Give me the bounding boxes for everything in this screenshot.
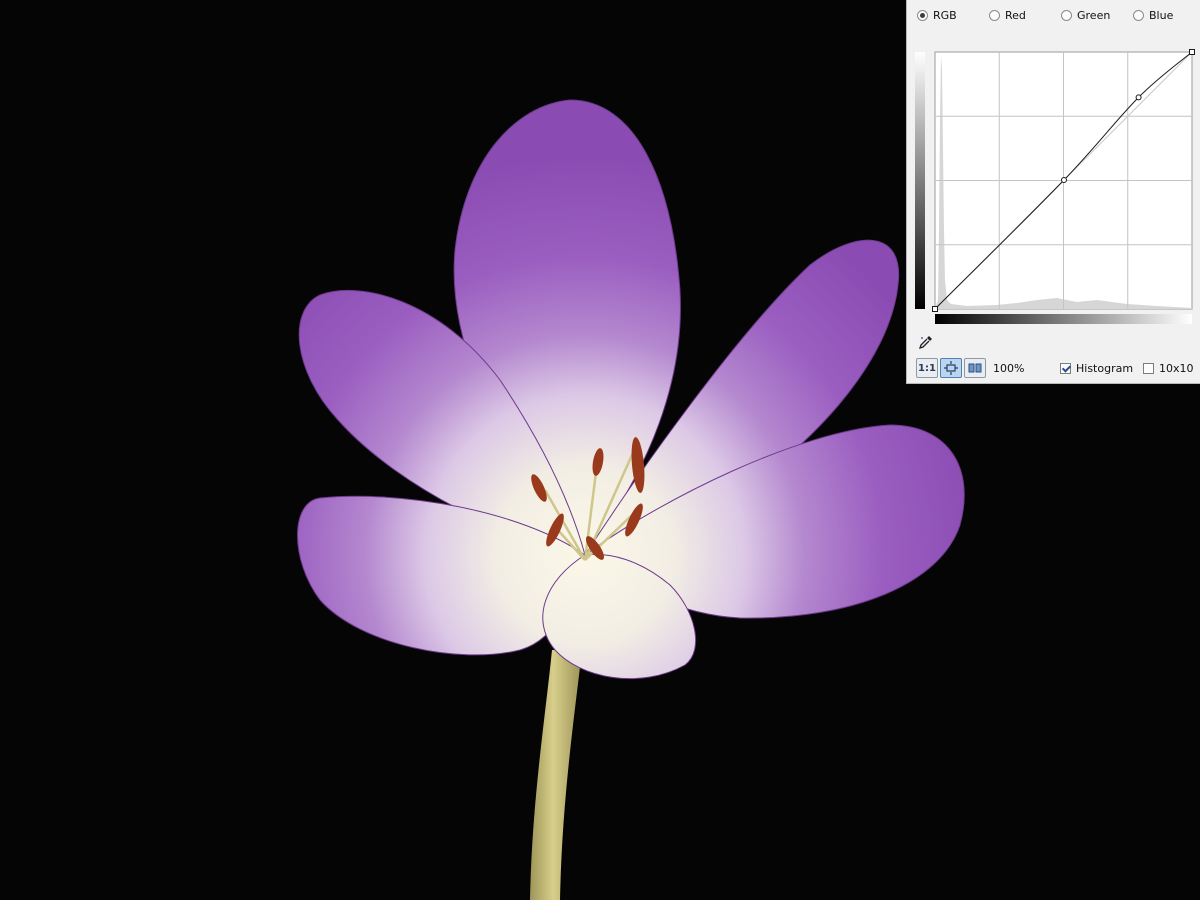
fit-to-window-button[interactable] <box>940 358 962 378</box>
curves-panel: RGB Red Green Blue 1:1 100% Histogram 10… <box>906 0 1200 384</box>
output-gradient-bar <box>915 52 925 309</box>
fit-to-window-icon <box>944 361 958 375</box>
curve-control-point[interactable] <box>1061 176 1068 183</box>
checkbox-icon <box>1143 362 1154 374</box>
histogram-label: Histogram <box>1076 361 1134 375</box>
grid-label: 10x10 <box>1159 361 1194 375</box>
curve-area[interactable] <box>932 49 1195 312</box>
curve-control-point[interactable] <box>1135 94 1142 101</box>
eyedropper-icon[interactable] <box>918 334 934 350</box>
split-view-icon <box>968 363 982 373</box>
input-gradient-bar <box>935 314 1192 324</box>
curve-control-point[interactable] <box>932 306 938 312</box>
zoom-level: 100% <box>993 362 1025 375</box>
curve-control-point[interactable] <box>1189 49 1195 55</box>
histogram-checkbox[interactable]: Histogram <box>1060 361 1133 375</box>
split-view-button[interactable] <box>964 358 986 378</box>
checkbox-icon <box>1060 362 1071 374</box>
grid-10x10-checkbox[interactable]: 10x10 <box>1143 361 1194 375</box>
actual-size-button[interactable]: 1:1 <box>916 358 938 378</box>
actual-size-label: 1:1 <box>918 362 936 374</box>
